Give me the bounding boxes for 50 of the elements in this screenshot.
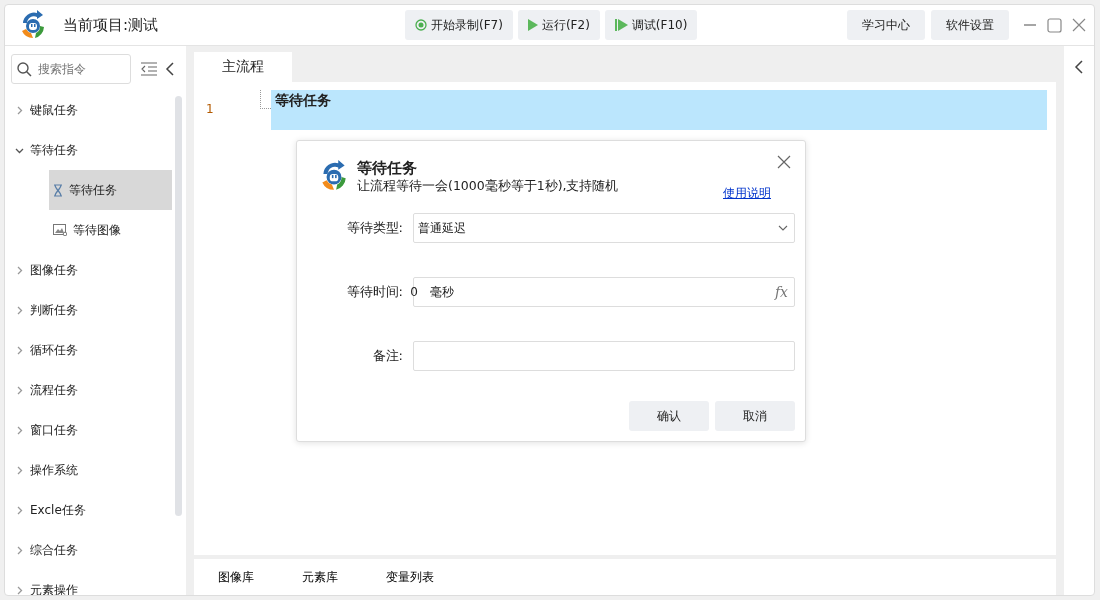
- sidebar-subitem[interactable]: 等待图像: [5, 210, 172, 250]
- close-icon[interactable]: [1072, 18, 1086, 32]
- line-number: 1: [205, 102, 215, 116]
- help-link[interactable]: 使用说明: [723, 185, 771, 202]
- header-button[interactable]: 软件设置: [931, 10, 1009, 40]
- toolbar-button[interactable]: 调试(F10): [604, 10, 698, 40]
- search-field[interactable]: 搜索指令: [11, 54, 131, 84]
- wait-type-select[interactable]: 普通延迟: [413, 213, 795, 243]
- wait-time-field[interactable]: 0 毫秒 fx: [413, 277, 795, 307]
- project-title: 当前项目:测试: [63, 15, 160, 35]
- dialog-title: 等待任务: [357, 159, 418, 178]
- sidebar-item[interactable]: 键鼠任务: [5, 90, 172, 130]
- flow-tab[interactable]: 主流程: [194, 52, 292, 82]
- scrollbar[interactable]: [175, 96, 182, 516]
- sidebar-item[interactable]: Excle任务: [5, 490, 172, 530]
- flow-step[interactable]: 等待任务: [271, 90, 1047, 130]
- toolbar-button[interactable]: 开始录制(F7): [405, 10, 513, 40]
- bottom-tab[interactable]: 图像库: [194, 559, 278, 595]
- note-field[interactable]: [413, 341, 795, 371]
- play-icon: [527, 19, 538, 31]
- header-button[interactable]: 学习中心: [847, 10, 925, 40]
- chevron-left-icon[interactable]: [165, 62, 175, 76]
- sidebar-item[interactable]: 判断任务: [5, 290, 172, 330]
- sidebar-item[interactable]: 等待任务: [5, 130, 172, 170]
- sidebar-item[interactable]: 图像任务: [5, 250, 172, 290]
- sidebar-item[interactable]: 窗口任务: [5, 410, 172, 450]
- toolbar-button[interactable]: 运行(F2): [517, 10, 600, 40]
- close-icon: [777, 155, 791, 169]
- sidebar-item[interactable]: 流程任务: [5, 370, 172, 410]
- dialog-button[interactable]: 确认: [629, 401, 709, 431]
- field-label: 等待类型:: [345, 219, 404, 237]
- bottom-tab[interactable]: 变量列表: [362, 559, 458, 595]
- sidebar-item[interactable]: 元素操作: [5, 570, 172, 595]
- collapse-list-icon[interactable]: [141, 62, 157, 76]
- sidebar-item[interactable]: 操作系统: [5, 450, 172, 490]
- field-label: 等待时间:: [345, 283, 404, 301]
- sidebar-item[interactable]: 综合任务: [5, 530, 172, 570]
- sidebar-item[interactable]: 循环任务: [5, 330, 172, 370]
- dialog-button[interactable]: 取消: [715, 401, 795, 431]
- image-icon: [53, 224, 67, 236]
- record-icon: [415, 19, 427, 31]
- hourglass-icon: [53, 183, 63, 197]
- step-play-icon: [614, 19, 628, 31]
- maximize-icon[interactable]: [1047, 17, 1062, 33]
- field-label: 备注:: [371, 347, 404, 365]
- chevron-left-icon[interactable]: [1074, 60, 1084, 74]
- bottom-tab[interactable]: 元素库: [278, 559, 362, 595]
- dialog-description: 让流程等待一会(1000毫秒等于1秒),支持随机: [357, 178, 619, 195]
- chevron-down-icon: [778, 224, 788, 232]
- sidebar-subitem[interactable]: 等待任务: [49, 170, 172, 210]
